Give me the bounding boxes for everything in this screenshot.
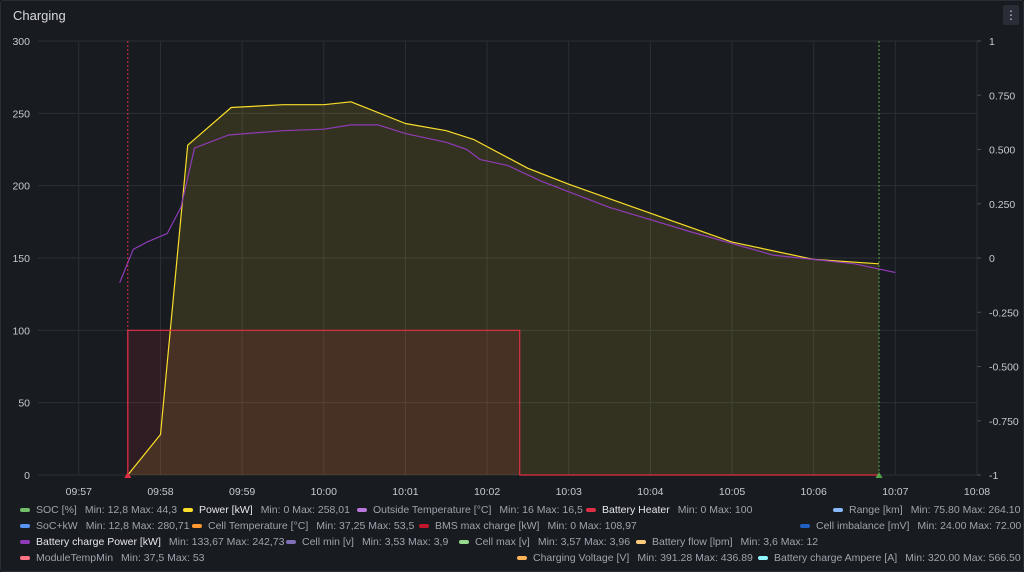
legend-label: Battery Heater bbox=[602, 504, 670, 516]
y-axis-right-labels: -1 -0.750 -0.500 -0.250 0 0.250 0.500 0.750 1 bbox=[989, 36, 1019, 482]
legend-item[interactable]: Cell imbalance [mV] Min: 24.00 Max: 72.00 bbox=[800, 520, 1024, 532]
x-axis-labels: 09:57 09:58 09:59 10:00 10:01 10:02 10:03 10:04… bbox=[66, 486, 991, 498]
legend-label: Battery charge Ampere [A] bbox=[774, 552, 898, 564]
legend-stats: Min: 75.80 Max: 264.10 bbox=[910, 504, 1021, 516]
legend-swatch bbox=[758, 556, 768, 560]
x-tick-label: 10:06 bbox=[801, 486, 827, 498]
x-tick-label: 09:58 bbox=[147, 486, 173, 498]
legend-stats: Min: 3,57 Max: 3,96 bbox=[537, 536, 631, 548]
x-tick-label: 10:04 bbox=[637, 486, 663, 498]
legend-item[interactable]: BMS max charge [kW] Min: 0 Max: 108,97 bbox=[419, 520, 645, 532]
x-tick-label: 09:59 bbox=[229, 486, 255, 498]
legend-label: Battery flow [lpm] bbox=[652, 536, 733, 548]
legend-item[interactable]: Battery charge Power [kW] Min: 133,67 Max… bbox=[20, 536, 292, 548]
x-tick-label: 10:00 bbox=[311, 486, 337, 498]
legend-label: Power [kW] bbox=[199, 504, 253, 516]
legend-swatch bbox=[286, 540, 296, 544]
y-tick-label-left: 250 bbox=[12, 108, 30, 120]
legend-item[interactable]: SOC [%] Min: 12,8 Max: 44,3 bbox=[20, 504, 185, 516]
legend-label: SOC [%] bbox=[36, 504, 77, 516]
y-tick-label-right: -0.250 bbox=[989, 307, 1019, 319]
legend-item[interactable]: Range [km] Min: 75.80 Max: 264.10 bbox=[833, 504, 1024, 516]
legend-item[interactable]: ModuleTempMin Min: 37,5 Max: 53 bbox=[20, 552, 213, 564]
legend-item[interactable]: Cell max [v] Min: 3,57 Max: 3,96 bbox=[459, 536, 638, 548]
x-tick-label: 10:05 bbox=[719, 486, 745, 498]
y-tick-label-right: 0.250 bbox=[989, 199, 1015, 211]
legend-label: BMS max charge [kW] bbox=[435, 520, 540, 532]
legend-swatch bbox=[586, 508, 596, 512]
legend-swatch bbox=[517, 556, 527, 560]
legend-swatch bbox=[833, 508, 843, 512]
chart-svg: 0 50 100 150 200 250 300 -1 -0.750 -0.500 -0.250 0… bbox=[12, 36, 1019, 498]
legend-item[interactable]: Power [kW] Min: 0 Max: 258,01 bbox=[183, 504, 358, 516]
legend-stats: Min: 12,8 Max: 44,3 bbox=[84, 504, 178, 516]
legend-swatch bbox=[459, 540, 469, 544]
legend-item[interactable]: Battery flow [lpm] Min: 3,6 Max: 12 bbox=[636, 536, 826, 548]
legend-stats: Min: 37,5 Max: 53 bbox=[121, 552, 205, 564]
x-tick-label: 10:03 bbox=[556, 486, 582, 498]
legend-label: SoC+kW bbox=[36, 520, 78, 532]
legend-stats: Min: 0 Max: 258,01 bbox=[260, 504, 350, 516]
legend-swatch bbox=[20, 524, 30, 528]
y-tick-label-right: 0 bbox=[989, 253, 995, 265]
legend-label: Outside Temperature [°C] bbox=[373, 504, 492, 516]
x-tick-label: 09:57 bbox=[66, 486, 92, 498]
x-tick-label: 10:07 bbox=[882, 486, 908, 498]
legend-item[interactable]: Cell Temperature [°C] Min: 37,25 Max: 53,… bbox=[192, 520, 422, 532]
legend-swatch bbox=[20, 556, 30, 560]
legend-label: Cell max [v] bbox=[475, 536, 530, 548]
legend-item[interactable]: Charging Voltage [V] Min: 391.28 Max: 436… bbox=[517, 552, 761, 564]
legend-stats: Min: 24.00 Max: 72.00 bbox=[917, 520, 1022, 532]
legend-stats: Min: 16 Max: 16,5 bbox=[499, 504, 583, 516]
legend-stats: Min: 391.28 Max: 436.89 bbox=[637, 552, 753, 564]
legend-label: Battery charge Power [kW] bbox=[36, 536, 161, 548]
legend-stats: Min: 3,6 Max: 12 bbox=[740, 536, 819, 548]
legend-stats: Min: 12,8 Max: 280,71 bbox=[85, 520, 190, 532]
legend-swatch bbox=[800, 524, 810, 528]
legend-swatch bbox=[20, 540, 30, 544]
legend-item[interactable]: Battery charge Ampere [A] Min: 320.00 Max… bbox=[758, 552, 1024, 564]
legend-stats: Min: 3,53 Max: 3,9 bbox=[361, 536, 449, 548]
legend-label: ModuleTempMin bbox=[36, 552, 114, 564]
legend-item[interactable]: Battery Heater Min: 0 Max: 100 bbox=[586, 504, 760, 516]
legend-stats: Min: 0 Max: 100 bbox=[677, 504, 753, 516]
y-tick-label-left: 200 bbox=[12, 181, 30, 193]
y-tick-label-left: 100 bbox=[12, 325, 30, 337]
legend-label: Range [km] bbox=[849, 504, 903, 516]
legend-swatch bbox=[357, 508, 367, 512]
legend-label: Charging Voltage [V] bbox=[533, 552, 630, 564]
y-tick-label-right: -0.500 bbox=[989, 362, 1019, 374]
x-tick-label: 10:01 bbox=[392, 486, 418, 498]
y-tick-label-right: -1 bbox=[989, 470, 998, 482]
legend-stats: Min: 37,25 Max: 53,5 bbox=[316, 520, 415, 532]
legend-label: Cell min [v] bbox=[302, 536, 354, 548]
legend-item[interactable]: Outside Temperature [°C] Min: 16 Max: 16,… bbox=[357, 504, 591, 516]
legend-swatch bbox=[192, 524, 202, 528]
legend-label: Cell imbalance [mV] bbox=[816, 520, 910, 532]
y-tick-label-right: 1 bbox=[989, 36, 995, 48]
legend-stats: Min: 320.00 Max: 566.50 bbox=[905, 552, 1021, 564]
y-tick-label-right: -0.750 bbox=[989, 416, 1019, 428]
legend-stats: Min: 0 Max: 108,97 bbox=[547, 520, 637, 532]
y-axis-left-labels: 0 50 100 150 200 250 300 bbox=[12, 36, 30, 482]
legend-label: Cell Temperature [°C] bbox=[208, 520, 309, 532]
y-tick-label-left: 150 bbox=[12, 253, 30, 265]
series-fills bbox=[127, 101, 880, 476]
y-tick-label-left: 0 bbox=[24, 470, 30, 482]
y-tick-label-left: 300 bbox=[12, 36, 30, 48]
y-tick-label-left: 50 bbox=[18, 398, 30, 410]
legend-item[interactable]: SoC+kW Min: 12,8 Max: 280,71 bbox=[20, 520, 198, 532]
legend-swatch bbox=[419, 524, 429, 528]
x-tick-label: 10:02 bbox=[474, 486, 500, 498]
x-tick-label: 10:08 bbox=[964, 486, 990, 498]
legend-swatch bbox=[20, 508, 30, 512]
y-tick-label-right: 0.750 bbox=[989, 90, 1015, 102]
legend-swatch bbox=[636, 540, 646, 544]
legend-stats: Min: 133,67 Max: 242,73 bbox=[168, 536, 285, 548]
y-tick-label-right: 0.500 bbox=[989, 145, 1015, 157]
legend-item[interactable]: Cell min [v] Min: 3,53 Max: 3,9 bbox=[286, 536, 456, 548]
legend-swatch bbox=[183, 508, 193, 512]
